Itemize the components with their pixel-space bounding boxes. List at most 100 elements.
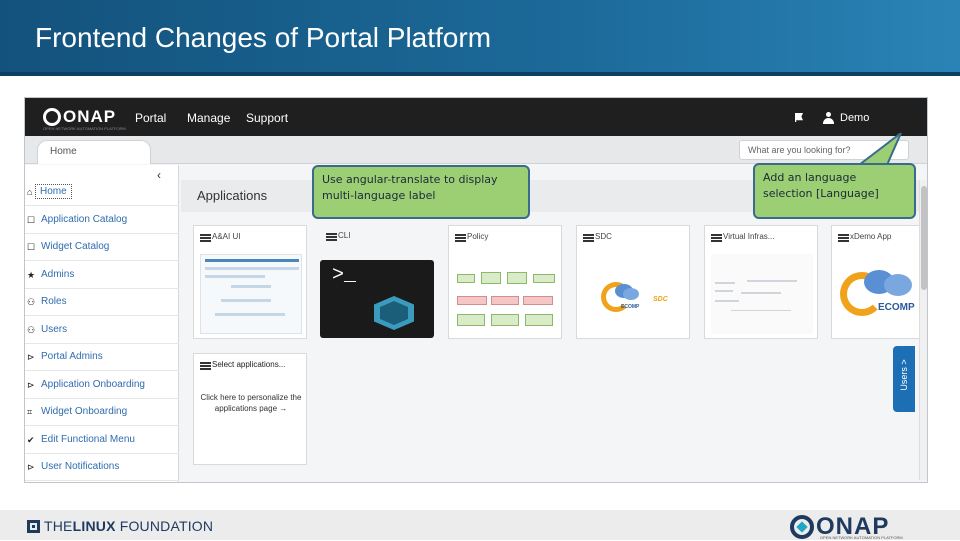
sidebar-item-label: Home bbox=[35, 184, 72, 199]
sdc-label: SDC bbox=[653, 296, 668, 303]
sidebar-item-label: Users bbox=[41, 323, 68, 335]
personalize-link[interactable]: Click here to personalize the applicatio… bbox=[200, 392, 302, 414]
onap-logo-text: ONAP bbox=[63, 107, 117, 126]
linux-foundation-text: THELINUX FOUNDATION bbox=[44, 518, 213, 534]
hamburger-icon[interactable] bbox=[200, 362, 211, 370]
app-card-name: Virtual Infras... bbox=[723, 232, 775, 241]
ecomp-label: ECOMP bbox=[878, 302, 915, 313]
star-icon: ★ bbox=[27, 269, 36, 280]
sidebar-item-admins[interactable]: ★ Admins bbox=[25, 262, 179, 289]
ecomp-label: ECOMP bbox=[621, 304, 640, 310]
app-card-xdemo[interactable]: xDemo App ECOMP bbox=[831, 225, 927, 339]
onap-logo[interactable]: ONAP bbox=[43, 107, 116, 127]
sidebar-item-label: Edit Functional Menu bbox=[41, 433, 135, 445]
xdemo-logo-thumbnail: ECOMP bbox=[838, 254, 927, 334]
lf-text-the: THE bbox=[44, 518, 73, 534]
app-card-virtual-infras[interactable]: Virtual Infras... bbox=[704, 225, 818, 339]
portal-top-nav: ONAP OPEN NETWORK AUTOMATION PLATFORM Po… bbox=[25, 98, 927, 136]
scrollbar[interactable] bbox=[919, 180, 927, 480]
sidebar-item-label: Portal Admins bbox=[41, 351, 103, 362]
select-applications-title: Select applications... bbox=[212, 360, 286, 369]
sidebar-item-label: User Notifications bbox=[41, 461, 120, 472]
app-card-name: SDC bbox=[595, 232, 612, 241]
applications-title: Applications bbox=[197, 188, 268, 203]
app-thumbnail bbox=[200, 254, 302, 334]
sidebar-item-application-catalog[interactable]: ☐ Application Catalog bbox=[25, 207, 179, 234]
widget-onboarding-icon: ⌗ bbox=[27, 407, 33, 417]
sidebar-item-users[interactable]: ⚇ Users bbox=[25, 317, 179, 344]
check-icon: ✔ bbox=[27, 434, 35, 445]
sdc-logo-thumbnail: ECOMP SDC bbox=[583, 254, 685, 334]
sidebar-item-widget-catalog[interactable]: ☐ Widget Catalog bbox=[25, 234, 179, 261]
onap-logo-icon bbox=[43, 108, 61, 126]
sidebar-item-label: Admins bbox=[41, 268, 75, 280]
nav-portal[interactable]: Portal bbox=[135, 111, 166, 125]
callout-tail bbox=[855, 133, 903, 167]
home-icon: ⌂ bbox=[27, 187, 33, 197]
cli-thumbnail: >_ bbox=[320, 260, 434, 338]
roles-icon: ⚇ bbox=[27, 297, 36, 307]
app-card-name: xDemo App bbox=[850, 232, 892, 241]
hamburger-icon[interactable] bbox=[838, 234, 849, 242]
hamburger-icon[interactable] bbox=[200, 234, 211, 242]
hamburger-icon[interactable] bbox=[455, 234, 466, 242]
nav-support[interactable]: Support bbox=[246, 111, 288, 125]
scrollbar-thumb[interactable] bbox=[921, 186, 927, 290]
sidebar-item-portal-admins[interactable]: ⊳ Portal Admins bbox=[25, 344, 179, 371]
sidebar-item-application-onboarding[interactable]: ⊳ Application Onboarding bbox=[25, 372, 179, 399]
app-card-name: Policy bbox=[467, 232, 489, 241]
user-name[interactable]: Demo bbox=[840, 112, 869, 124]
app-card-cli[interactable]: CLI >_ bbox=[320, 225, 434, 339]
portal-screenshot: ONAP OPEN NETWORK AUTOMATION PLATFORM Po… bbox=[24, 97, 928, 483]
users-icon: ⚇ bbox=[27, 324, 36, 335]
select-applications-card[interactable]: Select applications... Click here to per… bbox=[193, 353, 307, 465]
nav-manage[interactable]: Manage bbox=[187, 111, 230, 125]
tab-strip: Home What are you looking for? bbox=[25, 136, 927, 164]
app-card-sdc[interactable]: SDC ECOMP SDC bbox=[576, 225, 690, 339]
sidebar-item-label: Roles bbox=[41, 296, 67, 307]
widget-catalog-icon: ☐ bbox=[27, 242, 36, 252]
sidebar-item-label: Application Onboarding bbox=[41, 378, 145, 390]
cli-prompt-icon: >_ bbox=[332, 264, 357, 287]
title-bar-accent bbox=[0, 72, 960, 76]
cloud-icon-part bbox=[884, 274, 912, 296]
callout-angular-translate: Use angular-translate to display multi-l… bbox=[312, 165, 530, 219]
app-card-aai[interactable]: A&AI UI bbox=[193, 225, 307, 339]
sidebar-item-roles[interactable]: ⚇ Roles bbox=[25, 289, 179, 316]
onap-logo-icon bbox=[790, 515, 814, 539]
sidebar-item-edit-functional-menu[interactable]: ✔ Edit Functional Menu bbox=[25, 427, 179, 454]
policy-thumbnail bbox=[455, 254, 557, 334]
sidebar-item-widget-onboarding[interactable]: ⌗ Widget Onboarding bbox=[25, 399, 179, 426]
notifications-icon: ⊳ bbox=[27, 462, 35, 472]
app-catalog-icon: ☐ bbox=[27, 214, 36, 225]
users-side-tab[interactable]: Users > bbox=[893, 346, 915, 412]
hamburger-icon[interactable] bbox=[326, 233, 337, 241]
lf-text-foundation: FOUNDATION bbox=[115, 518, 214, 534]
cloud-icon-part bbox=[623, 288, 639, 300]
user-icon[interactable] bbox=[823, 112, 834, 124]
users-tab-label: Users > bbox=[899, 359, 909, 391]
hamburger-icon[interactable] bbox=[583, 234, 594, 242]
onap-footer-subtitle: OPEN NETWORK AUTOMATION PLATFORM bbox=[820, 535, 903, 540]
app-card-name: CLI bbox=[338, 231, 351, 240]
sidebar-item-label: Widget Onboarding bbox=[41, 406, 128, 417]
left-sidebar: ‹ ⌂ Home ☐ Application Catalog ☐ Widget Catal… bbox=[25, 165, 179, 482]
app-card-name: A&AI UI bbox=[212, 232, 241, 241]
tab-home[interactable]: Home bbox=[37, 140, 151, 164]
onap-logo-subtitle: OPEN NETWORK AUTOMATION PLATFORM bbox=[43, 126, 126, 131]
sidebar-item-home[interactable]: ⌂ Home bbox=[25, 179, 179, 206]
linux-foundation-icon bbox=[27, 519, 40, 533]
sidebar-item-user-notifications[interactable]: ⊳ User Notifications bbox=[25, 454, 179, 481]
sidebar-item-label: Application Catalog bbox=[41, 213, 128, 225]
flag-icon[interactable] bbox=[795, 113, 803, 122]
onboarding-icon: ⊳ bbox=[27, 379, 35, 390]
portal-admins-icon: ⊳ bbox=[27, 352, 35, 362]
lf-text-linux: LINUX bbox=[72, 518, 116, 534]
virtual-infras-thumbnail bbox=[711, 254, 813, 334]
sidebar-item-label: Widget Catalog bbox=[41, 241, 110, 252]
slide-title: Frontend Changes of Portal Platform bbox=[35, 22, 492, 53]
linux-foundation-logo: THELINUX FOUNDATION bbox=[27, 518, 213, 534]
app-card-policy[interactable]: Policy bbox=[448, 225, 562, 339]
hamburger-icon[interactable] bbox=[711, 234, 722, 242]
callout-language-selection: Add an language selection [Language] bbox=[753, 163, 916, 219]
